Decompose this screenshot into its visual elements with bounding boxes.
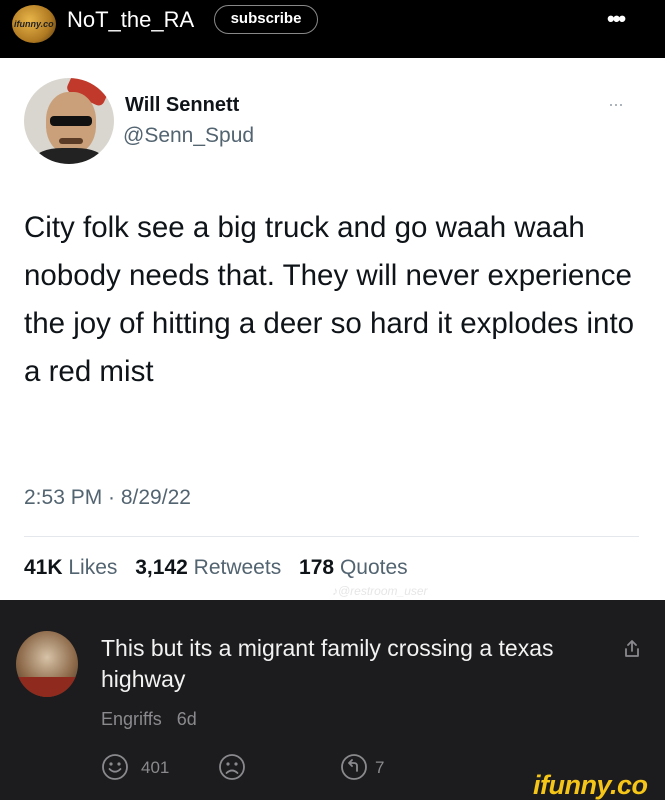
poster-username[interactable]: NoT_the_RA (67, 7, 194, 33)
subscribe-button[interactable]: subscribe (214, 5, 318, 34)
share-icon[interactable] (622, 639, 642, 659)
frown-icon[interactable] (218, 753, 246, 781)
comment-age: 6d (176, 709, 197, 729)
comment-author[interactable]: Engriffs (101, 709, 162, 729)
tweet-stats: 41K Likes 3,142 Retweets 178 Quotes (24, 556, 408, 580)
comment-meta: Engriffs 6d (101, 709, 197, 730)
reply-icon[interactable] (340, 753, 368, 781)
quotes-label: Quotes (339, 556, 408, 579)
retweets-count: 3,142 (135, 556, 188, 579)
likes-count: 41K (24, 556, 63, 579)
smile-count: 401 (141, 758, 170, 777)
tweet-author-handle: @Senn_Spud (123, 124, 255, 147)
tweet-author-avatar (24, 78, 114, 164)
tweet-timestamp: 2:53 PM · 8/29/22 (24, 486, 191, 509)
more-options-icon[interactable]: ••• (607, 6, 626, 32)
tweet-more-icon: ··· (608, 94, 624, 114)
ifunny-logo: ifunny.co (533, 770, 648, 800)
likes-label: Likes (68, 556, 118, 579)
reply-count: 7 (375, 758, 385, 777)
tweet-card: Will Sennett @Senn_Spud ··· City folk se… (0, 58, 665, 600)
retweets-label: Retweets (193, 556, 282, 579)
tweet-author-name: Will Sennett (125, 94, 240, 116)
quotes-count: 178 (299, 556, 335, 579)
tweet-text: City folk see a big truck and go waah wa… (24, 211, 635, 388)
poster-avatar[interactable]: ifunny.co (12, 5, 56, 43)
top-bar: ifunny.co NoT_the_RA subscribe ••• (0, 0, 665, 58)
commenter-avatar[interactable] (16, 631, 78, 697)
avatar-logo-text: ifunny.co (14, 19, 54, 29)
comment-text: This but its a migrant family crossing a… (101, 635, 554, 692)
smile-icon[interactable] (101, 753, 129, 781)
tweet-watermark: ♪@restroom_user (332, 584, 428, 598)
tweet-divider (24, 536, 639, 537)
